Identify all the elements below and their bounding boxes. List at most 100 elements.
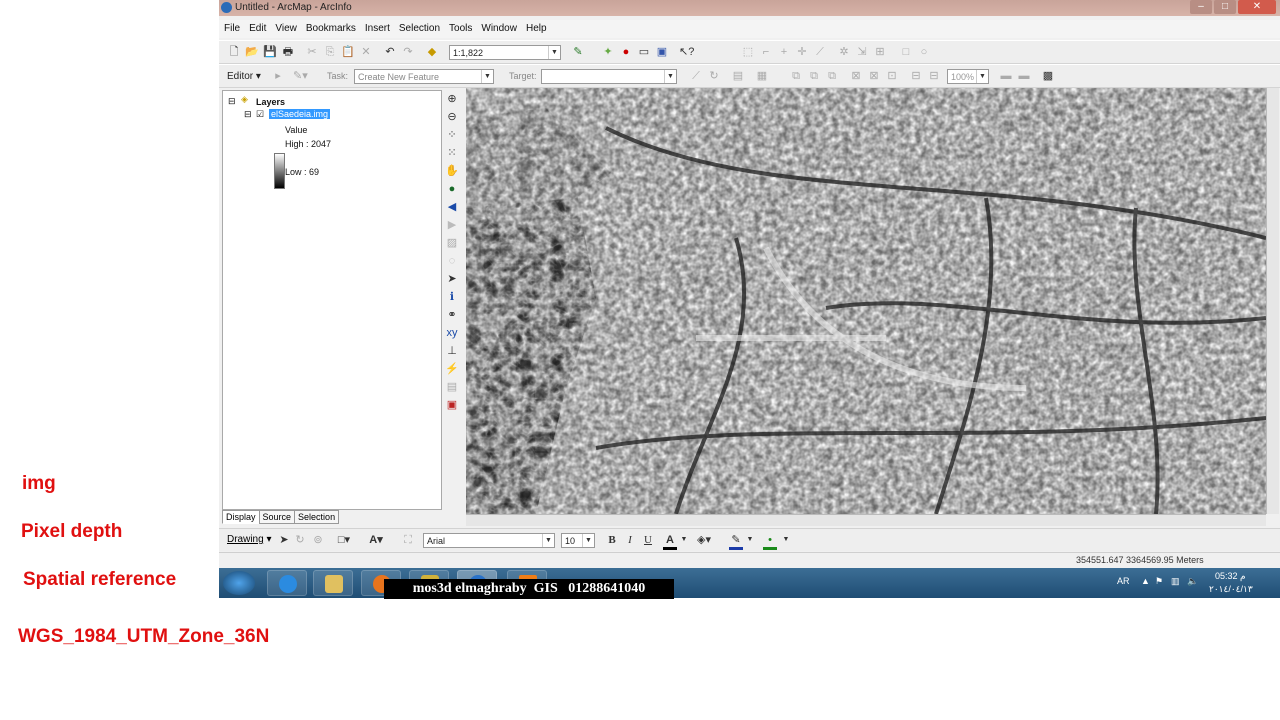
map-horizontal-scrollbar[interactable]: [466, 514, 1266, 526]
pan-hand-icon[interactable]: ✋: [445, 164, 459, 178]
chevron-down-icon[interactable]: ▼: [677, 533, 691, 547]
forward-arrow-icon[interactable]: ▶: [445, 218, 459, 232]
georef-icon-7[interactable]: ⊟: [909, 69, 923, 83]
add-data-icon[interactable]: ◆: [425, 45, 439, 59]
model-builder-icon[interactable]: ▣: [655, 45, 669, 59]
clear-selection-icon[interactable]: ◌: [445, 254, 459, 268]
chevron-down-icon[interactable]: ▼: [779, 533, 793, 547]
font-dropdown[interactable]: Arial ▼: [423, 533, 555, 548]
font-color-button[interactable]: A: [663, 533, 677, 550]
menu-bookmarks[interactable]: Bookmarks: [301, 20, 360, 34]
georef-icon-8[interactable]: ⊟: [927, 69, 941, 83]
map-scale-dropdown[interactable]: 1:1,822 ▼: [449, 45, 561, 60]
new-document-icon[interactable]: 🗋: [227, 45, 241, 59]
sketch-line-icon[interactable]: ⟋: [813, 45, 827, 59]
open-folder-icon[interactable]: 📂: [245, 45, 259, 59]
menu-view[interactable]: View: [270, 20, 301, 34]
title-bar[interactable]: Untitled - ArcMap - ArcInfo – □ ✕: [219, 0, 1280, 16]
attributes-icon[interactable]: ▤: [731, 69, 745, 83]
delete-icon[interactable]: ✕: [359, 45, 373, 59]
command-line-icon[interactable]: ▭: [637, 45, 651, 59]
minimize-button[interactable]: –: [1190, 0, 1212, 14]
layout-icon-2[interactable]: ▬: [1017, 69, 1031, 83]
rotate-element-icon[interactable]: ↻: [293, 533, 307, 547]
network-icon[interactable]: ▥: [1171, 576, 1180, 587]
volume-icon[interactable]: 🔈: [1187, 576, 1198, 587]
zoom-percent-dropdown[interactable]: 100% ▼: [947, 69, 989, 84]
georef-icon-5[interactable]: ⊠: [867, 69, 881, 83]
close-button[interactable]: ✕: [1238, 0, 1276, 14]
language-indicator[interactable]: AR: [1117, 576, 1130, 586]
split-tool-icon[interactable]: ⟋: [689, 69, 703, 83]
sketch-shift-icon[interactable]: ⇲: [855, 45, 869, 59]
callout-icon[interactable]: ⛶: [401, 533, 415, 547]
map-vertical-scrollbar[interactable]: [1266, 88, 1279, 514]
rotate-tool-icon[interactable]: ↻: [707, 69, 721, 83]
menu-edit[interactable]: Edit: [244, 20, 270, 34]
whats-this-icon[interactable]: ↖?: [679, 45, 694, 59]
georef-icon-6[interactable]: ⊡: [885, 69, 899, 83]
clock-date[interactable]: ٢٠١٤/٠٤/١٣: [1209, 584, 1253, 595]
sketch-pencil-icon[interactable]: ✎▾: [293, 69, 308, 83]
tab-source[interactable]: Source: [258, 510, 296, 524]
layer-expand-icon[interactable]: ⊟: [244, 109, 252, 120]
time-slider-icon[interactable]: ▣: [445, 398, 459, 412]
zoom-out-icon[interactable]: ⊖: [445, 110, 459, 124]
select-elements-icon[interactable]: ➤: [445, 272, 459, 286]
full-extent-globe-icon[interactable]: ●: [445, 182, 459, 196]
drawing-menu[interactable]: Drawing ▾: [227, 534, 272, 545]
menu-selection[interactable]: Selection: [394, 20, 444, 34]
font-size-dropdown[interactable]: 10 ▼: [561, 533, 595, 548]
tab-display[interactable]: Display: [222, 510, 260, 524]
start-button[interactable]: [223, 571, 255, 595]
flag-icon[interactable]: ⚑: [1155, 576, 1163, 587]
redo-icon[interactable]: ↷: [401, 45, 415, 59]
rectangle-draw-icon[interactable]: □▾: [337, 533, 351, 547]
maximize-button[interactable]: □: [1214, 0, 1236, 14]
georef-icon-2[interactable]: ⧉: [807, 69, 821, 83]
measure-icon[interactable]: ⊥: [445, 344, 459, 358]
find-binoculars-icon[interactable]: ⚭: [445, 308, 459, 322]
map-display[interactable]: [466, 88, 1266, 514]
arctoolbox-red-icon[interactable]: ●: [619, 45, 633, 59]
task-dropdown[interactable]: Create New Feature ▼: [354, 69, 494, 84]
zoom-in-icon[interactable]: ⊕: [445, 92, 459, 106]
layer-visibility-checkbox[interactable]: ☑: [256, 109, 264, 120]
layers-expand-icon[interactable]: ⊟: [228, 96, 236, 107]
arctoolbox-icon[interactable]: ✦: [601, 45, 615, 59]
menu-help[interactable]: Help: [521, 20, 551, 34]
sketch-intersect-icon[interactable]: ✛: [795, 45, 809, 59]
zoom-whole-page-icon[interactable]: ⊚: [311, 533, 325, 547]
layout-icon-3[interactable]: ▩: [1041, 69, 1055, 83]
menu-insert[interactable]: Insert: [360, 20, 394, 34]
go-to-xy-icon[interactable]: xy: [445, 326, 459, 340]
save-icon[interactable]: 💾: [263, 45, 277, 59]
layout-icon-1[interactable]: ▬: [999, 69, 1013, 83]
paste-icon[interactable]: 📋: [341, 45, 355, 59]
layers-root[interactable]: Layers: [256, 97, 285, 107]
cut-icon[interactable]: ✂: [305, 45, 319, 59]
georef-icon-4[interactable]: ⊠: [849, 69, 863, 83]
sketch-cross-icon[interactable]: +: [777, 45, 791, 59]
marker-color-icon[interactable]: •: [763, 533, 777, 550]
tab-selection[interactable]: Selection: [294, 510, 340, 524]
hyperlink-icon[interactable]: ⚡: [445, 362, 459, 376]
menu-tools[interactable]: Tools: [444, 20, 476, 34]
show-hidden-icons[interactable]: ▲: [1141, 576, 1150, 586]
fill-color-icon[interactable]: ◈▾: [697, 533, 711, 547]
taskbar-ie[interactable]: [267, 570, 307, 596]
georef-icon-1[interactable]: ⧉: [789, 69, 803, 83]
layer-name[interactable]: elSaedeia.img: [269, 109, 331, 119]
clock-time[interactable]: 05:32 م: [1215, 571, 1246, 582]
sketch-grid-icon[interactable]: ⊞: [873, 45, 887, 59]
sketch-properties-icon[interactable]: ▦: [755, 69, 769, 83]
fixed-zoom-in-icon[interactable]: ⁘: [445, 128, 459, 142]
copy-icon[interactable]: ⎘: [323, 45, 337, 59]
edit-tool-icon[interactable]: ▸: [271, 69, 285, 83]
rectangle-icon[interactable]: □: [899, 45, 913, 59]
circle-icon[interactable]: ○: [917, 45, 931, 59]
underline-button[interactable]: U: [641, 533, 655, 547]
sketch-corner-icon[interactable]: ⌐: [759, 45, 773, 59]
fixed-zoom-out-icon[interactable]: ⁙: [445, 146, 459, 160]
editor-toolbar-icon[interactable]: ✎: [571, 45, 585, 59]
